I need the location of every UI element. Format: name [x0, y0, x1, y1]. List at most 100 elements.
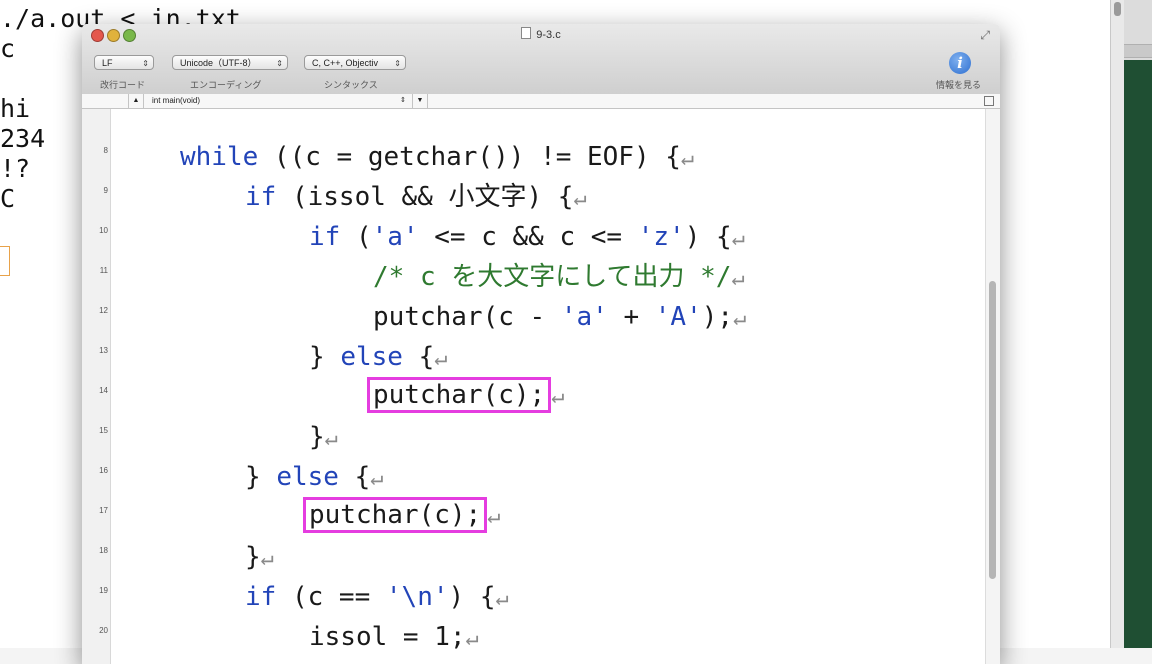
scroll-knob[interactable] — [1114, 2, 1121, 16]
line-number: 13 — [99, 346, 108, 355]
code-text: } — [245, 462, 277, 492]
window-title: 9-3.c — [536, 29, 561, 41]
line-number: 19 — [99, 586, 108, 595]
line-number: 12 — [99, 306, 108, 315]
code-line[interactable]: }↵ — [245, 542, 274, 574]
string-literal: '\n' — [385, 582, 449, 612]
keyword: if — [245, 582, 277, 612]
navigation-bar: ▲ int main(void) ⇕ ▼ — [82, 94, 1000, 109]
line-number: 9 — [103, 186, 108, 195]
return-glyph: ↵ — [731, 266, 745, 291]
keyword: if — [309, 222, 341, 252]
encoding-value: Unicode（UTF-8） — [180, 58, 257, 68]
code-text: putchar(c - — [373, 302, 561, 332]
code-line[interactable]: issol = 1;↵ — [309, 622, 479, 654]
code-text: } — [309, 342, 341, 372]
code-line[interactable]: if (c == '\n') {↵ — [245, 582, 509, 614]
code-text: { — [402, 342, 435, 372]
code-text: ); — [701, 302, 734, 332]
line-ending-value: LF — [102, 58, 113, 68]
highlight-box: putchar(c); — [303, 497, 488, 533]
window-title-group: 9-3.c — [82, 27, 1000, 41]
string-literal: 'a' — [560, 302, 608, 332]
return-glyph: ↵ — [260, 546, 274, 571]
info-icon[interactable]: i — [949, 52, 971, 74]
line-number-gutter: 8 9 10 11 12 13 14 15 16 17 18 19 20 21 — [82, 109, 111, 664]
window-bar — [1124, 44, 1152, 58]
terminal-line: C — [0, 184, 16, 213]
line-ending-select[interactable]: LF ⇕ — [94, 55, 154, 70]
return-glyph: ↵ — [495, 586, 509, 611]
line-ending-label: 改行コード — [100, 80, 146, 90]
line-number: 11 — [99, 266, 108, 275]
keyword: else — [340, 342, 403, 372]
code-text: + — [607, 302, 655, 332]
code-text: (issol && 小文字) { — [276, 182, 574, 212]
function-menu[interactable]: int main(void) — [152, 94, 200, 108]
return-glyph: ↵ — [680, 146, 695, 171]
line-number: 8 — [103, 146, 108, 155]
scroll-thumb[interactable] — [989, 281, 996, 579]
encoding-label: エンコーディング — [190, 80, 262, 90]
nav-up-icon[interactable]: ▲ — [128, 94, 144, 108]
code-comment: /* c を大文字にして出力 */ — [373, 262, 732, 292]
line-number: 20 — [99, 626, 108, 635]
syntax-select[interactable]: C, C++, Objectiv ⇕ — [304, 55, 406, 70]
code-line[interactable]: putchar(c - 'a' + 'A');↵ — [373, 302, 746, 334]
code-line[interactable]: while ((c = getchar()) != EOF) {↵ — [180, 142, 694, 174]
keyword: while — [180, 142, 259, 172]
code-text: ) { — [684, 222, 732, 252]
string-literal: 'A' — [654, 302, 702, 332]
terminal-scrollbar[interactable] — [1110, 0, 1125, 648]
code-text: ) { — [448, 582, 496, 612]
code-text: putchar(c); — [373, 380, 546, 410]
code-text: putchar(c); — [309, 500, 482, 530]
code-line[interactable]: putchar(c); ↵ — [303, 497, 501, 533]
stepper-icon: ⇕ — [276, 59, 283, 68]
return-glyph: ↵ — [370, 466, 384, 491]
terminal-cursor — [0, 246, 10, 276]
stepper-icon[interactable]: ⇕ — [400, 94, 406, 108]
code-text: ( — [340, 222, 372, 252]
line-number: 15 — [99, 426, 108, 435]
editor-scrollbar[interactable] — [985, 109, 1000, 664]
editor-window: 9-3.c ⤢ LF ⇕ 改行コード Unicode（UTF-8） ⇕ エンコーディ… — [82, 24, 1000, 664]
background-board — [1124, 60, 1152, 648]
syntax-label: シンタックス — [324, 80, 378, 90]
return-glyph: ↵ — [733, 306, 747, 331]
code-line[interactable]: } else {↵ — [309, 342, 448, 374]
string-literal: 'a' — [371, 222, 419, 252]
terminal-line: 234 — [0, 124, 46, 153]
title-bar: 9-3.c ⤢ LF ⇕ 改行コード Unicode（UTF-8） ⇕ エンコーディ… — [82, 24, 1000, 95]
return-glyph: ↵ — [324, 426, 338, 451]
fullscreen-icon[interactable]: ⤢ — [980, 28, 990, 43]
return-glyph: ↵ — [551, 384, 565, 409]
code-line[interactable]: } else {↵ — [245, 462, 384, 494]
code-line[interactable]: }↵ — [309, 422, 338, 454]
nav-down-icon[interactable]: ▼ — [412, 94, 428, 108]
code-line[interactable]: /* c を大文字にして出力 */↵ — [373, 262, 745, 294]
terminal-line: c — [0, 34, 16, 63]
info-label: 情報を見る — [936, 80, 982, 90]
highlight-box: putchar(c); — [367, 377, 552, 413]
code-area[interactable]: while ((c = getchar()) != EOF) {↵ if (is… — [110, 109, 985, 664]
code-text: } — [309, 422, 325, 452]
code-text: <= c && c <= — [418, 222, 638, 252]
stepper-icon: ⇕ — [142, 59, 149, 68]
code-line[interactable]: if ('a' <= c && c <= 'z') {↵ — [309, 222, 745, 254]
line-number: 18 — [99, 546, 108, 555]
code-line[interactable]: if (issol && 小文字) {↵ — [245, 182, 587, 214]
split-view-icon[interactable] — [984, 96, 994, 106]
keyword: if — [245, 182, 277, 212]
code-text: } — [245, 542, 261, 572]
code-line[interactable]: putchar(c); ↵ — [367, 377, 565, 413]
encoding-select[interactable]: Unicode（UTF-8） ⇕ — [172, 55, 288, 70]
string-literal: 'z' — [637, 222, 685, 252]
document-icon — [521, 27, 532, 39]
return-glyph: ↵ — [573, 186, 587, 211]
return-glyph: ↵ — [487, 504, 501, 529]
line-number: 10 — [99, 226, 108, 235]
line-number: 16 — [99, 466, 108, 475]
terminal-line: !? — [0, 154, 31, 183]
return-glyph: ↵ — [465, 626, 479, 651]
